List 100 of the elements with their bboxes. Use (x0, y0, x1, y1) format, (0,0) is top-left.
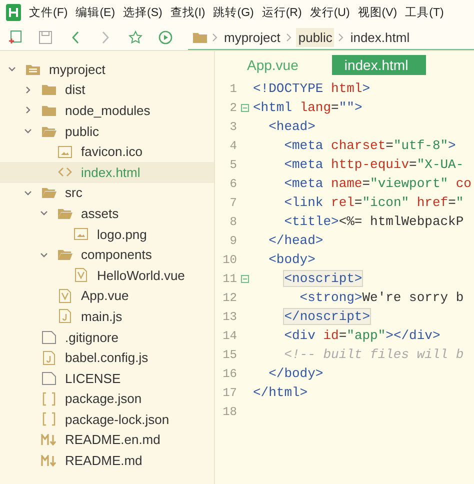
new-file-icon[interactable] (8, 30, 23, 45)
image-icon (58, 146, 72, 158)
tree-item[interactable]: HelloWorld.vue (0, 264, 214, 286)
line-number: 4 (228, 138, 237, 152)
line-number: 13 (222, 310, 237, 324)
tree-item[interactable]: .gitignore (0, 326, 214, 348)
line-number: 16 (222, 366, 237, 380)
chevron-down-icon[interactable] (40, 209, 48, 218)
line-number: 8 (228, 214, 237, 228)
chevron-right-icon (212, 32, 218, 42)
tree-item[interactable]: node_modules (0, 100, 214, 121)
code-line: <meta charset="utf-8"> (283, 138, 456, 153)
chevron-right-icon[interactable] (24, 106, 32, 114)
tree-item[interactable]: README.en.md (0, 430, 214, 450)
tree-item[interactable]: main.js (0, 306, 214, 327)
menu-item[interactable]: 发行(U) (310, 5, 350, 20)
code-line: <meta http-equiv="X-UA- (283, 157, 464, 172)
code-line: <title><%= htmlWebpackP (283, 214, 464, 229)
menu-item[interactable]: 文件(F) (29, 5, 68, 20)
chevron-down-icon[interactable] (24, 127, 32, 136)
tree-item[interactable]: babel.config.js (0, 347, 214, 368)
file-icon (42, 330, 56, 344)
tree-item[interactable]: App.vue (0, 286, 214, 306)
folder-icon (41, 124, 57, 138)
code-line: <body> (268, 252, 316, 267)
line-number: 2 (228, 100, 237, 114)
chevron-right-icon[interactable] (24, 86, 32, 94)
menu-item[interactable]: 查找(I) (170, 5, 206, 20)
js-file-icon (59, 309, 71, 324)
code-line: <head> (268, 119, 316, 134)
run-icon[interactable] (158, 30, 173, 45)
tree-item[interactable]: package.json (0, 388, 214, 410)
line-number: 5 (228, 158, 237, 172)
code-line: <html lang=""> (253, 100, 362, 115)
line-number: 10 (222, 252, 237, 266)
menu-item[interactable]: 运行(R) (262, 5, 302, 20)
code-line: <!DOCTYPE html> (253, 81, 370, 96)
breadcrumb-item[interactable]: myproject (222, 28, 282, 46)
tree-item[interactable]: README.md (0, 450, 214, 471)
fold-icon[interactable] (241, 274, 249, 282)
vue-file-icon (75, 268, 87, 282)
tree-item[interactable]: assets (0, 203, 214, 224)
line-number: 9 (228, 234, 237, 248)
chevron-down-icon[interactable] (24, 188, 32, 197)
breadcrumb-item[interactable]: public (296, 28, 334, 46)
line-number: 6 (228, 176, 237, 190)
menu-item[interactable]: 选择(S) (123, 5, 162, 20)
code-line: </head> (268, 233, 324, 248)
markdown-icon (41, 434, 57, 446)
menu-item[interactable]: 工具(T) (405, 5, 444, 20)
star-icon[interactable] (128, 30, 143, 45)
tree-item[interactable]: logo.png (0, 224, 214, 244)
line-number: 18 (222, 404, 237, 418)
tree-item[interactable]: favicon.ico (0, 141, 214, 162)
file-icon (42, 372, 56, 385)
code-line: </html> (253, 385, 308, 400)
folder-icon (192, 30, 208, 44)
image-icon (74, 228, 88, 240)
menu-item[interactable]: 视图(V) (358, 5, 398, 20)
chevron-right-icon (338, 32, 344, 42)
tree-item[interactable]: myproject (0, 59, 214, 80)
folder-icon (25, 62, 41, 76)
tree-item[interactable]: package-lock.json (0, 409, 214, 430)
tree-item[interactable]: dist (0, 80, 214, 100)
tree-item[interactable]: src (0, 182, 214, 204)
chevron-right-icon (286, 32, 292, 42)
brackets-icon (42, 392, 56, 406)
menu-item[interactable]: 编辑(E) (76, 5, 116, 20)
brackets-icon (42, 412, 56, 426)
js-file-icon (43, 350, 55, 365)
folder-icon (41, 186, 57, 200)
folder-icon (57, 248, 73, 262)
tree-item[interactable]: public (0, 120, 214, 142)
chevron-down-icon[interactable] (40, 250, 48, 259)
line-number: 1 (228, 82, 237, 96)
code-line: <!-- built files will b (283, 347, 464, 362)
tree-item[interactable]: components (0, 244, 214, 265)
menu-item[interactable]: 跳转(G) (213, 5, 254, 20)
folder-icon (57, 206, 73, 220)
markdown-icon (41, 454, 57, 467)
chevron-down-icon[interactable] (8, 65, 16, 74)
vue-file-icon (59, 288, 71, 303)
line-number: 17 (222, 386, 237, 400)
line-number: 12 (222, 290, 237, 304)
app-logo-icon (6, 4, 21, 21)
fold-icon[interactable] (241, 104, 249, 112)
code-line: </body> (268, 366, 324, 381)
line-number: 3 (228, 120, 237, 134)
save-icon[interactable] (38, 30, 53, 45)
line-number: 7 (228, 196, 237, 210)
folder-icon (41, 83, 57, 96)
code-line: <strong>We're sorry b (298, 290, 464, 305)
line-number: 15 (222, 348, 237, 362)
tree-item[interactable]: LICENSE (0, 368, 214, 388)
line-number: 14 (222, 328, 237, 342)
breadcrumb-item[interactable]: index.html (348, 28, 412, 46)
folder-icon (41, 104, 57, 117)
line-number: 11 (222, 272, 237, 286)
code-line: <meta name="viewport" co (283, 176, 472, 191)
code-line: <div id="app"></div> (283, 328, 440, 343)
